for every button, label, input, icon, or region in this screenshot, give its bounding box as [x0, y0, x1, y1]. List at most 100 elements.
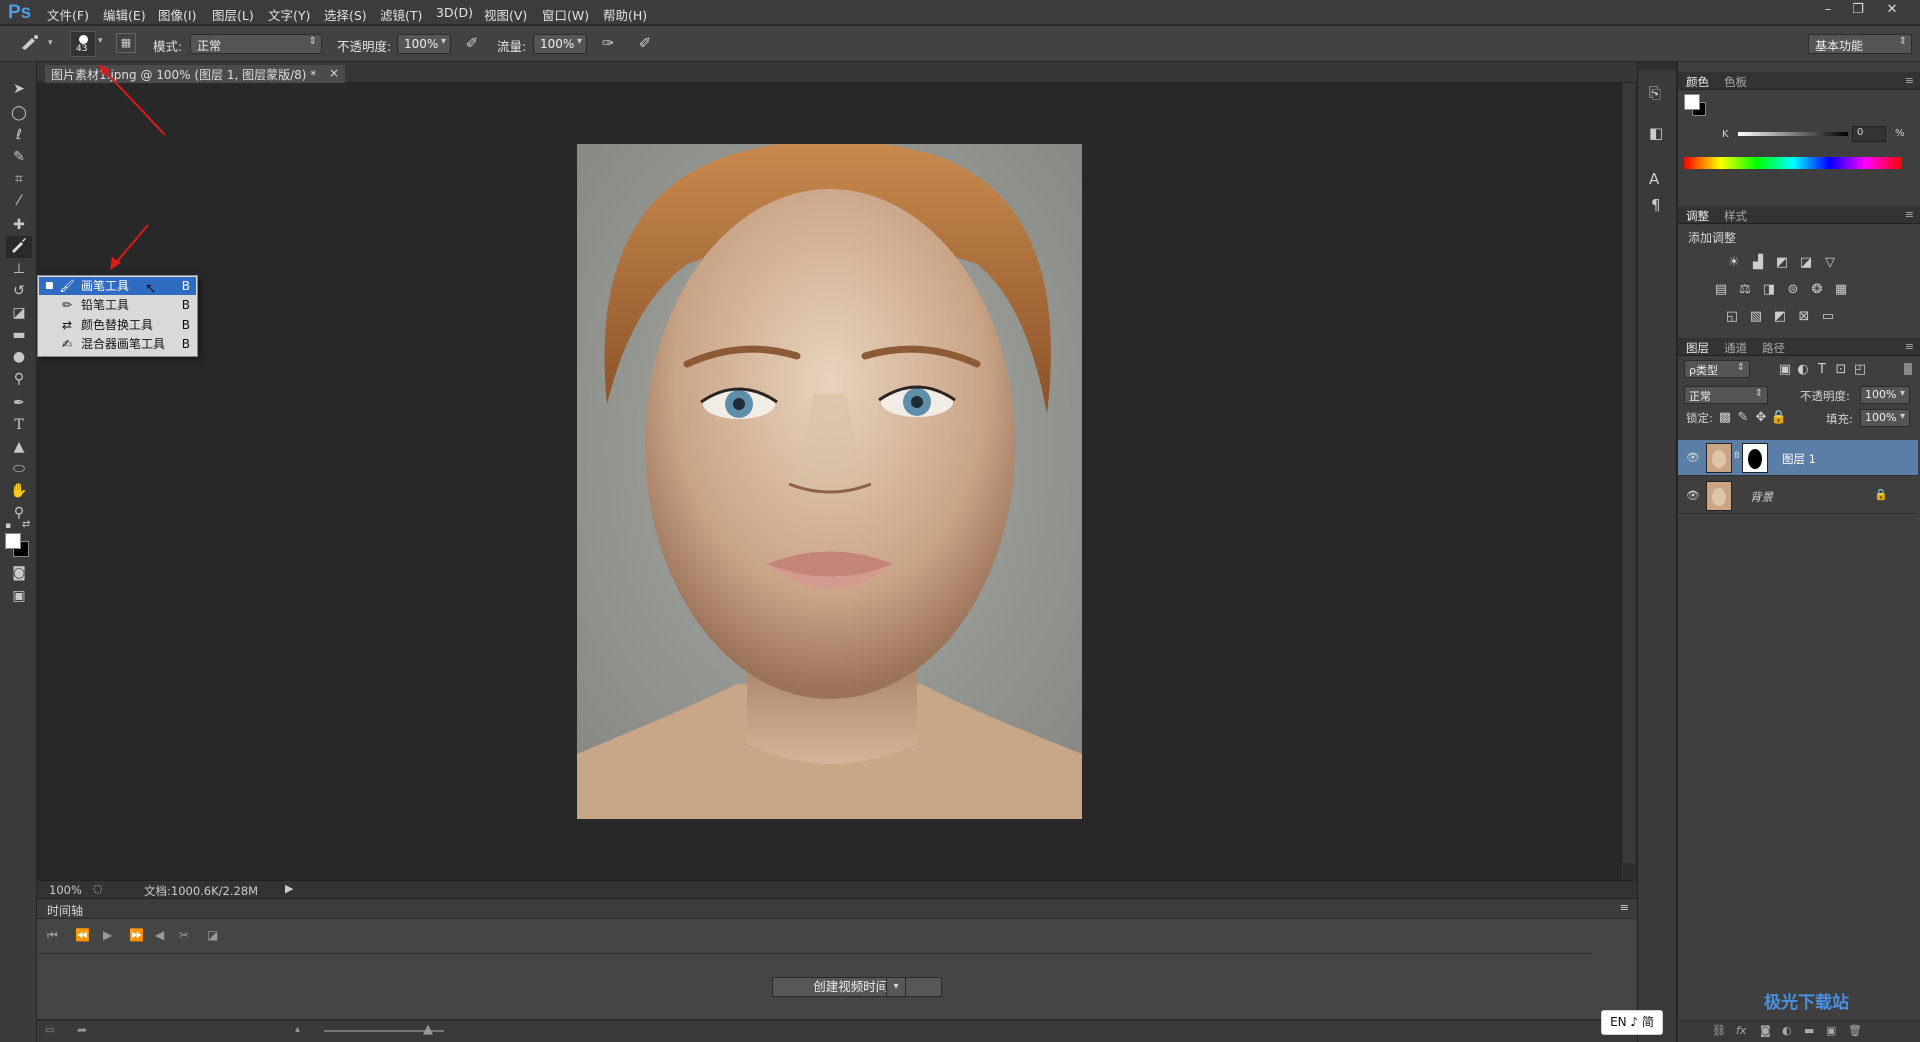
posterize-icon[interactable]: ▧ — [1747, 309, 1765, 325]
flyout-item-color-replacement[interactable]: ⇄ 颜色替换工具 B — [39, 316, 196, 334]
foreground-color-swatch[interactable] — [5, 533, 21, 549]
gradient-tool-icon[interactable]: ▬ — [6, 324, 32, 346]
type-tool-icon[interactable]: T — [6, 414, 32, 436]
selective-color-icon[interactable]: ⊠ — [1795, 309, 1813, 325]
eye-icon[interactable]: 👁 — [1686, 451, 1700, 464]
curves-icon[interactable]: ◩ — [1773, 255, 1791, 271]
default-colors-icon[interactable]: ▪ — [5, 521, 11, 531]
filter-pixel-icon[interactable]: ▣ — [1776, 362, 1794, 378]
eye-icon[interactable]: 👁 — [1686, 489, 1700, 502]
hand-tool-icon[interactable]: ✋ — [6, 480, 32, 502]
character-icon[interactable]: A — [1649, 170, 1659, 188]
link-layers-icon[interactable]: ⛓ — [1712, 1024, 1726, 1037]
airbrush-icon[interactable]: ✑ — [596, 32, 620, 54]
add-mask-icon[interactable]: ◙ — [1760, 1024, 1771, 1037]
scroll-thumb[interactable] — [1623, 83, 1635, 863]
filter-type-icon[interactable]: T — [1813, 362, 1831, 378]
minimize-button[interactable]: – — [1814, 2, 1842, 20]
opacity-field[interactable]: 100% ▾ — [397, 34, 451, 54]
close-window-button[interactable]: ✕ — [1878, 2, 1906, 20]
menu-type[interactable]: 文字(Y) — [268, 5, 310, 24]
audio-icon[interactable]: ◀ — [155, 928, 164, 942]
layer-row-background[interactable]: 👁 背景 🔒 — [1678, 478, 1918, 514]
pressure-size-icon[interactable]: ✐ — [633, 32, 657, 54]
blend-mode-dropdown[interactable]: 正常 ⇕ — [1684, 386, 1768, 404]
scissors-icon[interactable]: ✂ — [179, 928, 189, 942]
restore-button[interactable]: ❐ — [1844, 2, 1872, 20]
pressure-opacity-icon[interactable]: ✐ — [460, 32, 484, 54]
brightness-icon[interactable]: ☀ — [1725, 255, 1743, 271]
photo-filter-icon[interactable]: ⊜ — [1784, 282, 1802, 298]
threshold-icon[interactable]: ◩ — [1771, 309, 1789, 325]
fg-color-chip[interactable] — [1684, 94, 1700, 110]
portrait-image[interactable] — [577, 144, 1082, 819]
menu-window[interactable]: 窗口(W) — [542, 5, 589, 24]
tab-swatches[interactable]: 色板 — [1724, 74, 1747, 90]
panel-menu-icon[interactable]: ≡ — [1905, 74, 1914, 87]
filter-smart-icon[interactable]: ◰ — [1851, 362, 1869, 378]
link-icon[interactable]: 8 — [1734, 451, 1740, 461]
layer-filter-dropdown[interactable]: ρ类型 ⇕ — [1684, 360, 1750, 378]
new-layer-icon[interactable]: ▣ — [1826, 1024, 1836, 1037]
flyout-item-mixer-brush[interactable]: ✍ 混合器画笔工具 B — [39, 335, 196, 353]
channel-mixer-icon[interactable]: ❂ — [1808, 282, 1826, 298]
hue-saturation-icon[interactable]: ▤ — [1712, 282, 1730, 298]
play-icon[interactable]: ▶ — [285, 882, 293, 895]
color-spectrum[interactable] — [1684, 157, 1902, 169]
menu-view[interactable]: 视图(V) — [484, 5, 527, 24]
create-video-timeline-button[interactable]: 创建视频时间轴 — [772, 977, 942, 997]
fx-icon[interactable]: fx — [1736, 1024, 1746, 1037]
first-frame-icon[interactable]: ⏮ — [47, 928, 58, 943]
filter-adjust-icon[interactable]: ◐ — [1794, 362, 1812, 378]
adjustment-layer-icon[interactable]: ◐ — [1782, 1024, 1792, 1037]
play-icon[interactable]: ▶ — [103, 928, 112, 942]
share-icon[interactable]: ➦ — [77, 1023, 87, 1037]
black-white-icon[interactable]: ◨ — [1760, 282, 1778, 298]
color-balance-icon[interactable]: ⚖ — [1736, 282, 1754, 298]
ellipse-tool-icon[interactable]: ⬭ — [6, 458, 32, 480]
fill-field[interactable]: 100% ▾ — [1860, 409, 1910, 427]
tab-color[interactable]: 颜色 — [1686, 74, 1709, 90]
chevron-down-icon[interactable]: ▾ — [886, 977, 906, 997]
k-slider[interactable] — [1738, 132, 1848, 136]
zoom-icon[interactable]: ◌ — [93, 882, 103, 895]
tab-channels[interactable]: 通道 — [1724, 340, 1747, 356]
menu-help[interactable]: 帮助(H) — [603, 5, 647, 24]
close-tab-icon[interactable]: × — [329, 66, 339, 80]
zoom-in-icon[interactable]: ▲ — [423, 1022, 433, 1037]
paragraph-icon[interactable]: ¶ — [1651, 196, 1661, 214]
path-select-tool-icon[interactable]: ▲ — [6, 436, 32, 458]
next-frame-icon[interactable]: ⏩ — [129, 928, 144, 942]
quick-mask-icon[interactable]: ◙ — [6, 562, 32, 584]
swap-colors-icon[interactable]: ⇄ — [22, 519, 30, 530]
pen-tool-icon[interactable]: ✒ — [6, 392, 32, 414]
lock-all-icon[interactable]: 🔒 — [1770, 410, 1788, 426]
prev-frame-icon[interactable]: ⏪ — [75, 928, 90, 942]
layer-name[interactable]: 背景 — [1750, 489, 1773, 505]
levels-icon[interactable]: ▟ — [1749, 255, 1767, 271]
flyout-item-pencil[interactable]: ✏ 铅笔工具 B — [39, 296, 196, 314]
workspace-dropdown[interactable]: 基本功能 ⇕ — [1808, 34, 1912, 54]
gradient-map-icon[interactable]: ▭ — [1819, 309, 1837, 325]
invert-icon[interactable]: ◱ — [1723, 309, 1741, 325]
dock-grip[interactable] — [1638, 62, 1676, 70]
zoom-level[interactable]: 100% — [49, 883, 82, 897]
tab-layers[interactable]: 图层 — [1686, 340, 1709, 356]
layer-mask-thumbnail[interactable] — [1742, 443, 1768, 473]
layer-row-layer1[interactable]: 👁 8 图层 1 — [1678, 440, 1918, 476]
zoom-out-icon[interactable]: ▴ — [295, 1024, 300, 1035]
flyout-item-brush[interactable]: ■ 🖌 画笔工具 B — [39, 277, 196, 295]
doc-size[interactable]: 文档:1000.6K/2.28M — [144, 883, 258, 899]
panel-menu-icon[interactable]: ≡ — [1905, 340, 1914, 353]
eraser-tool-icon[interactable]: ◪ — [6, 302, 32, 324]
properties-icon[interactable]: ◧ — [1649, 124, 1663, 142]
dodge-tool-icon[interactable]: ⚲ — [6, 368, 32, 390]
filter-shape-icon[interactable]: ⊡ — [1832, 362, 1850, 378]
filter-toggle[interactable] — [1904, 363, 1912, 375]
lock-transparent-icon[interactable]: ▩ — [1716, 410, 1734, 426]
screen-mode-icon[interactable]: ▣ — [6, 585, 32, 607]
panel-menu-icon[interactable]: ≡ — [1905, 208, 1914, 221]
tab-adjustments[interactable]: 调整 — [1686, 208, 1709, 224]
vibrance-icon[interactable]: ▽ — [1821, 255, 1839, 271]
blur-tool-icon[interactable]: ● — [6, 346, 32, 368]
